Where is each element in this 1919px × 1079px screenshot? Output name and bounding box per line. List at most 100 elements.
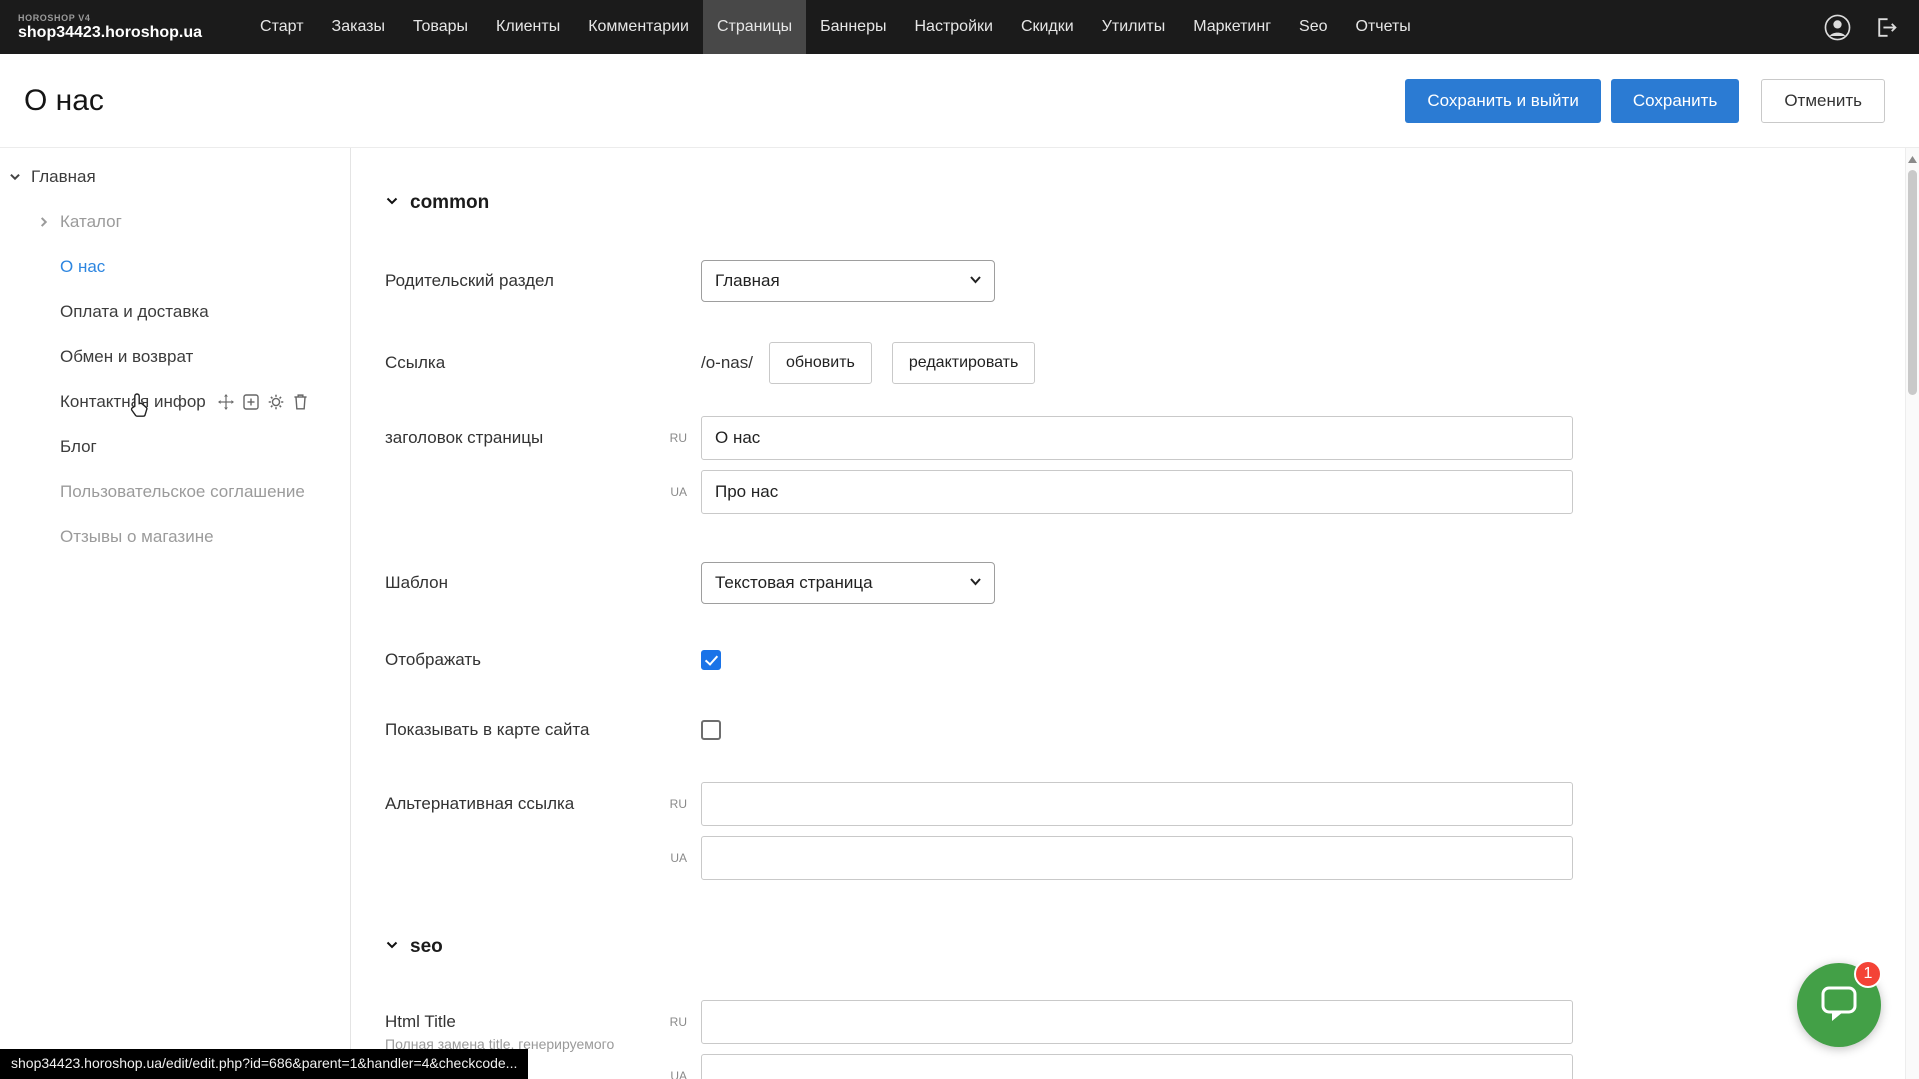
lang-badge-ru: RU [655,431,701,445]
sidebar-item-label: Обмен и возврат [60,347,193,367]
parent-section-select[interactable]: Главная [701,260,995,302]
template-select-value: Текстовая страница [715,573,873,593]
content: Главная Каталог О нас Оплата и доставка Обме… [0,147,1919,1079]
top-menu-item[interactable]: Комментарии [574,0,703,54]
header-actions: Сохранить и выйти Сохранить Отменить [1405,79,1885,123]
template-label: Шаблон [385,573,701,593]
top-menu-item[interactable]: Скидки [1007,0,1088,54]
sitemap-checkbox[interactable] [701,720,721,740]
tree-item-actions [218,393,308,410]
sidebar: Главная Каталог О нас Оплата и доставка Обме… [0,148,351,1079]
top-menu: СтартЗаказыТоварыКлиентыКомментарииСтран… [246,0,1425,54]
sidebar-item-label: О нас [60,257,105,277]
sidebar-item[interactable]: Обмен и возврат [0,334,350,379]
top-menu-item[interactable]: Баннеры [806,0,900,54]
sidebar-item[interactable]: Блог [0,424,350,469]
account-icon[interactable] [1823,13,1851,41]
chat-widget-button[interactable]: 1 [1797,963,1881,1047]
brand[interactable]: HOROSHOP V4 shop34423.horoshop.ua [18,13,202,42]
sidebar-item[interactable]: О нас [0,244,350,289]
sidebar-item[interactable]: Контактная инфор [0,379,350,424]
top-menu-item[interactable]: Товары [399,0,482,54]
sidebar-item-label: Блог [60,437,97,457]
link-refresh-button[interactable]: обновить [769,342,872,384]
lang-badge-ua: UA [655,485,701,499]
top-menu-item[interactable]: Страницы [703,0,806,54]
link-path: /o-nas/ [701,353,753,373]
sidebar-item-label: Контактная инфор [60,392,206,412]
move-icon[interactable] [218,394,234,410]
sidebar-tree: Главная Каталог О нас Оплата и доставка Обме… [0,154,350,559]
settings-icon[interactable] [268,394,284,410]
chevron-down-icon [969,573,982,593]
parent-section-select-value: Главная [715,271,780,291]
sidebar-item[interactable]: Главная [0,154,350,199]
html-title-ru-input[interactable] [701,1000,1573,1044]
alt-link-ua-input[interactable] [701,836,1573,880]
chevron-down-icon [969,271,982,291]
html-title-label-block: Html Title Полная замена title, генериру… [385,1000,655,1053]
parent-section-label: Родительский раздел [385,271,701,291]
lang-badge-ua: UA [655,851,701,865]
sidebar-item-label: Пользовательское соглашение [60,482,305,502]
sidebar-item-label: Отзывы о магазине [60,527,214,547]
alt-link-ru-input[interactable] [701,782,1573,826]
alt-link-label: Альтернативная ссылка [385,782,655,826]
lang-badge-ru: RU [655,797,701,811]
template-select[interactable]: Текстовая страница [701,562,995,604]
top-menu-item[interactable]: Seo [1285,0,1341,54]
top-menu-item[interactable]: Настройки [900,0,1006,54]
topbar-right [1823,13,1899,41]
cancel-button[interactable]: Отменить [1761,79,1885,123]
sidebar-item-label: Главная [31,167,96,187]
save-button[interactable]: Сохранить [1611,79,1739,123]
sidebar-item[interactable]: Каталог [0,199,350,244]
chat-notification-badge: 1 [1854,960,1882,988]
section-seo-toggle[interactable]: seo [385,936,1919,958]
brand-version: HOROSHOP V4 [18,13,202,23]
page-title-label: заголовок страницы [385,416,655,460]
sidebar-item[interactable]: Оплата и доставка [0,289,350,334]
link-label: Ссылка [385,353,701,373]
sidebar-item-label: Каталог [60,212,122,232]
lang-badge-ru: RU [655,1015,701,1029]
add-icon[interactable] [243,394,259,410]
page-title: О нас [24,84,104,118]
sitemap-label: Показывать в карте сайта [385,720,701,740]
delete-icon[interactable] [293,393,308,410]
chat-icon [1818,981,1860,1030]
section-seo-label: seo [410,936,443,958]
top-menu-item[interactable]: Клиенты [482,0,574,54]
main-panel: common Родительский раздел Главная Ссылк… [351,148,1919,1079]
link-edit-button[interactable]: редактировать [892,342,1035,384]
brand-domain: shop34423.horoshop.ua [18,24,202,42]
chevron-down-icon [385,936,399,958]
page-title-ua-input[interactable] [701,470,1573,514]
top-menu-item[interactable]: Отчеты [1342,0,1425,54]
top-menu-item[interactable]: Старт [246,0,317,54]
logout-icon[interactable] [1871,13,1899,41]
display-checkbox[interactable] [701,650,721,670]
chevron-down-icon [8,170,31,184]
section-common-toggle[interactable]: common [385,192,1919,214]
chevron-down-icon [385,192,399,214]
display-label: Отображать [385,650,701,670]
chevron-right-icon [37,215,60,229]
sidebar-item-label: Оплата и доставка [60,302,209,322]
sidebar-item[interactable]: Пользовательское соглашение [0,469,350,514]
top-menu-item[interactable]: Утилиты [1088,0,1180,54]
section-common-label: common [410,192,489,214]
scrollbar-thumb[interactable] [1908,170,1917,395]
top-menu-item[interactable]: Маркетинг [1179,0,1285,54]
scroll-up-icon[interactable] [1906,151,1919,167]
save-and-exit-button[interactable]: Сохранить и выйти [1405,79,1600,123]
page-header: О нас Сохранить и выйти Сохранить Отмени… [0,54,1919,147]
topbar: HOROSHOP V4 shop34423.horoshop.ua СтартЗ… [0,0,1919,54]
lang-badge-ua: UA [655,1069,701,1079]
top-menu-item[interactable]: Заказы [318,0,399,54]
html-title-ua-input[interactable] [701,1054,1573,1079]
status-url-tooltip: shop34423.horoshop.ua/edit/edit.php?id=6… [0,1049,528,1079]
page-title-ru-input[interactable] [701,416,1573,460]
scrollbar[interactable] [1905,148,1919,1079]
sidebar-item[interactable]: Отзывы о магазине [0,514,350,559]
